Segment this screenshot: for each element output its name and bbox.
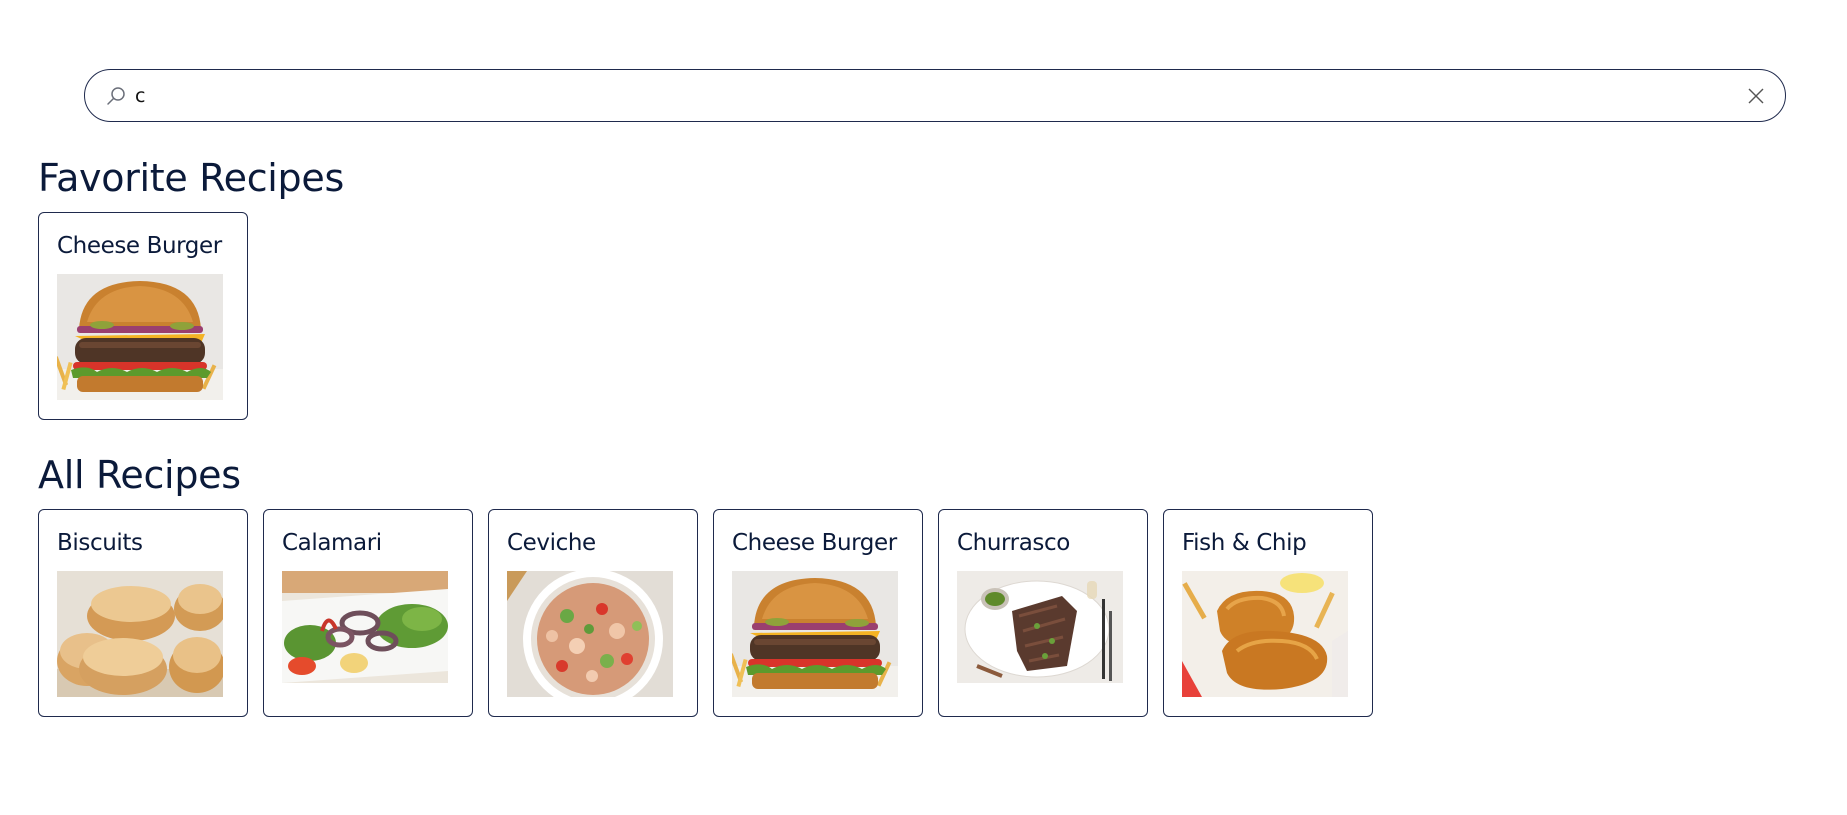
recipe-card-cheese-burger[interactable]: Cheese Burger: [713, 509, 923, 717]
recipe-card-title: Cheese Burger: [57, 233, 222, 259]
recipe-page: Favorite Recipes Cheese Burger: [0, 0, 1847, 815]
recipe-card-fish-and-chip[interactable]: Fish & Chip: [1163, 509, 1373, 717]
calamari-photo: [282, 571, 448, 683]
search-bar[interactable]: [84, 69, 1786, 122]
search-icon: [105, 85, 127, 107]
all-recipes-list: Biscuits Calamari Ceviche Cheese Burger …: [38, 509, 1373, 717]
search-input[interactable]: [135, 78, 1695, 114]
recipe-card-title: Cheese Burger: [732, 530, 897, 556]
cheese-burger-photo: [57, 274, 223, 400]
all-recipes-heading: All Recipes: [38, 453, 241, 497]
recipe-card-title: Fish & Chip: [1182, 530, 1307, 556]
recipe-card-biscuits[interactable]: Biscuits: [38, 509, 248, 717]
cheese-burger-photo: [732, 571, 898, 697]
biscuits-photo: [57, 571, 223, 697]
recipe-card-cheese-burger-favorite[interactable]: Cheese Burger: [38, 212, 248, 420]
favorite-recipes-heading: Favorite Recipes: [38, 156, 344, 200]
ceviche-photo: [507, 571, 673, 697]
churrasco-photo: [957, 571, 1123, 683]
fish-and-chip-photo: [1182, 571, 1348, 697]
recipe-card-title: Churrasco: [957, 530, 1070, 556]
recipe-card-title: Calamari: [282, 530, 382, 556]
recipe-card-churrasco[interactable]: Churrasco: [938, 509, 1148, 717]
recipe-card-ceviche[interactable]: Ceviche: [488, 509, 698, 717]
close-icon[interactable]: [1747, 87, 1765, 105]
favorite-recipes-list: Cheese Burger: [38, 212, 248, 420]
recipe-card-calamari[interactable]: Calamari: [263, 509, 473, 717]
recipe-card-title: Ceviche: [507, 530, 596, 556]
recipe-card-title: Biscuits: [57, 530, 143, 556]
